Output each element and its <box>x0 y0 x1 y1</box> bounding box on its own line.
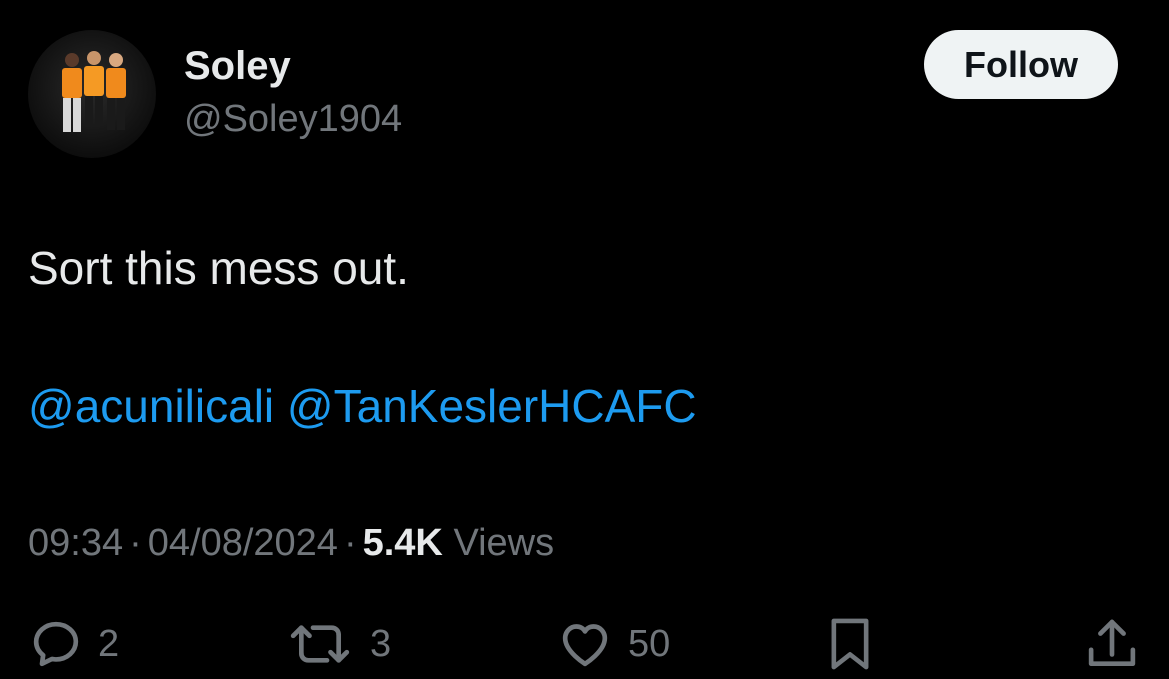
views-label: Views <box>453 522 555 564</box>
like-button[interactable]: 50 <box>556 614 670 674</box>
bookmark-icon <box>831 618 869 670</box>
meta-separator: · <box>129 522 142 564</box>
reply-count: 2 <box>98 623 120 665</box>
share-button[interactable] <box>1084 614 1140 674</box>
tweet-date[interactable]: 04/08/2024 <box>148 522 338 564</box>
like-count: 50 <box>628 623 671 665</box>
repost-button[interactable]: 3 <box>284 614 391 674</box>
avatar[interactable] <box>28 30 156 158</box>
repost-count: 3 <box>370 623 392 665</box>
meta-separator: · <box>343 522 357 564</box>
follow-button[interactable]: Follow <box>924 30 1118 99</box>
tweet-meta: 09:34 · 04/08/2024 · 5.4K Views <box>28 520 554 566</box>
mention-link[interactable]: @acunilicali <box>28 380 274 432</box>
reply-icon <box>33 621 79 667</box>
author-display-name[interactable]: Soley <box>184 42 291 90</box>
tweet-text: Sort this mess out. <box>28 242 409 294</box>
tweet-time[interactable]: 09:34 <box>28 522 123 564</box>
avatar-image <box>28 30 156 158</box>
views-count: 5.4K <box>362 522 443 564</box>
share-icon <box>1088 619 1136 667</box>
repost-icon <box>290 625 350 663</box>
bookmark-button[interactable] <box>822 614 878 674</box>
reply-button[interactable]: 2 <box>28 614 119 674</box>
author-handle[interactable]: @Soley1904 <box>184 96 402 142</box>
heart-icon <box>562 624 608 667</box>
tweet-mentions: @acunilicali @TanKeslerHCAFC <box>28 378 697 434</box>
mention-link[interactable]: @TanKeslerHCAFC <box>287 380 697 432</box>
